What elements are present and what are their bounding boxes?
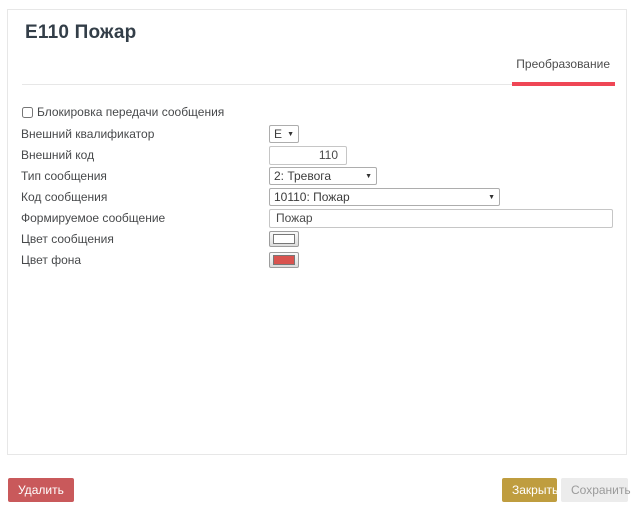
external-code-input[interactable] xyxy=(269,146,347,165)
message-color-picker[interactable] xyxy=(269,231,299,247)
message-code-row: Код сообщения 10110: Пожар ▼ xyxy=(21,188,621,206)
tab-active-underline xyxy=(512,82,615,86)
message-code-select[interactable]: 10110: Пожар ▼ xyxy=(269,188,500,206)
save-button[interactable]: Сохранить xyxy=(561,478,628,502)
page-title: E110 Пожар xyxy=(25,22,137,44)
message-code-value: 10110: Пожар xyxy=(274,190,350,204)
block-transfer-row: Блокировка передачи сообщения xyxy=(21,104,621,120)
close-button[interactable]: Закрыть xyxy=(502,478,557,502)
generated-message-input[interactable] xyxy=(269,209,613,228)
background-color-row: Цвет фона xyxy=(21,251,621,269)
chevron-down-icon: ▼ xyxy=(365,173,372,180)
message-color-row: Цвет сообщения xyxy=(21,230,621,248)
block-transfer-checkbox[interactable] xyxy=(22,107,33,118)
message-type-label: Тип сообщения xyxy=(21,169,269,183)
external-qualifier-label: Внешний квалификатор xyxy=(21,127,269,141)
chevron-down-icon: ▼ xyxy=(287,131,294,138)
message-type-value: 2: Тревога xyxy=(274,169,331,183)
tab-transformation[interactable]: Преобразование xyxy=(516,57,610,71)
message-type-select[interactable]: 2: Тревога ▼ xyxy=(269,167,377,185)
block-transfer-label: Блокировка передачи сообщения xyxy=(37,105,224,119)
delete-button[interactable]: Удалить xyxy=(8,478,74,502)
background-color-swatch xyxy=(273,255,295,265)
external-code-row: Внешний код xyxy=(21,146,621,164)
form-panel: E110 Пожар Преобразование Блокировка пер… xyxy=(7,9,627,455)
external-code-label: Внешний код xyxy=(21,148,269,162)
external-qualifier-value: E xyxy=(274,127,282,141)
message-color-label: Цвет сообщения xyxy=(21,232,269,246)
message-type-row: Тип сообщения 2: Тревога ▼ xyxy=(21,167,621,185)
message-color-swatch xyxy=(273,234,295,244)
external-qualifier-row: Внешний квалификатор E ▼ xyxy=(21,125,621,143)
form-area: Блокировка передачи сообщения Внешний кв… xyxy=(21,104,621,272)
chevron-down-icon: ▼ xyxy=(488,194,495,201)
generated-message-row: Формируемое сообщение xyxy=(21,209,621,227)
generated-message-label: Формируемое сообщение xyxy=(21,211,269,225)
message-code-label: Код сообщения xyxy=(21,190,269,204)
background-color-picker[interactable] xyxy=(269,252,299,268)
footer-actions: Удалить Закрыть Сохранить xyxy=(0,478,640,502)
background-color-label: Цвет фона xyxy=(21,253,269,267)
external-qualifier-select[interactable]: E ▼ xyxy=(269,125,299,143)
